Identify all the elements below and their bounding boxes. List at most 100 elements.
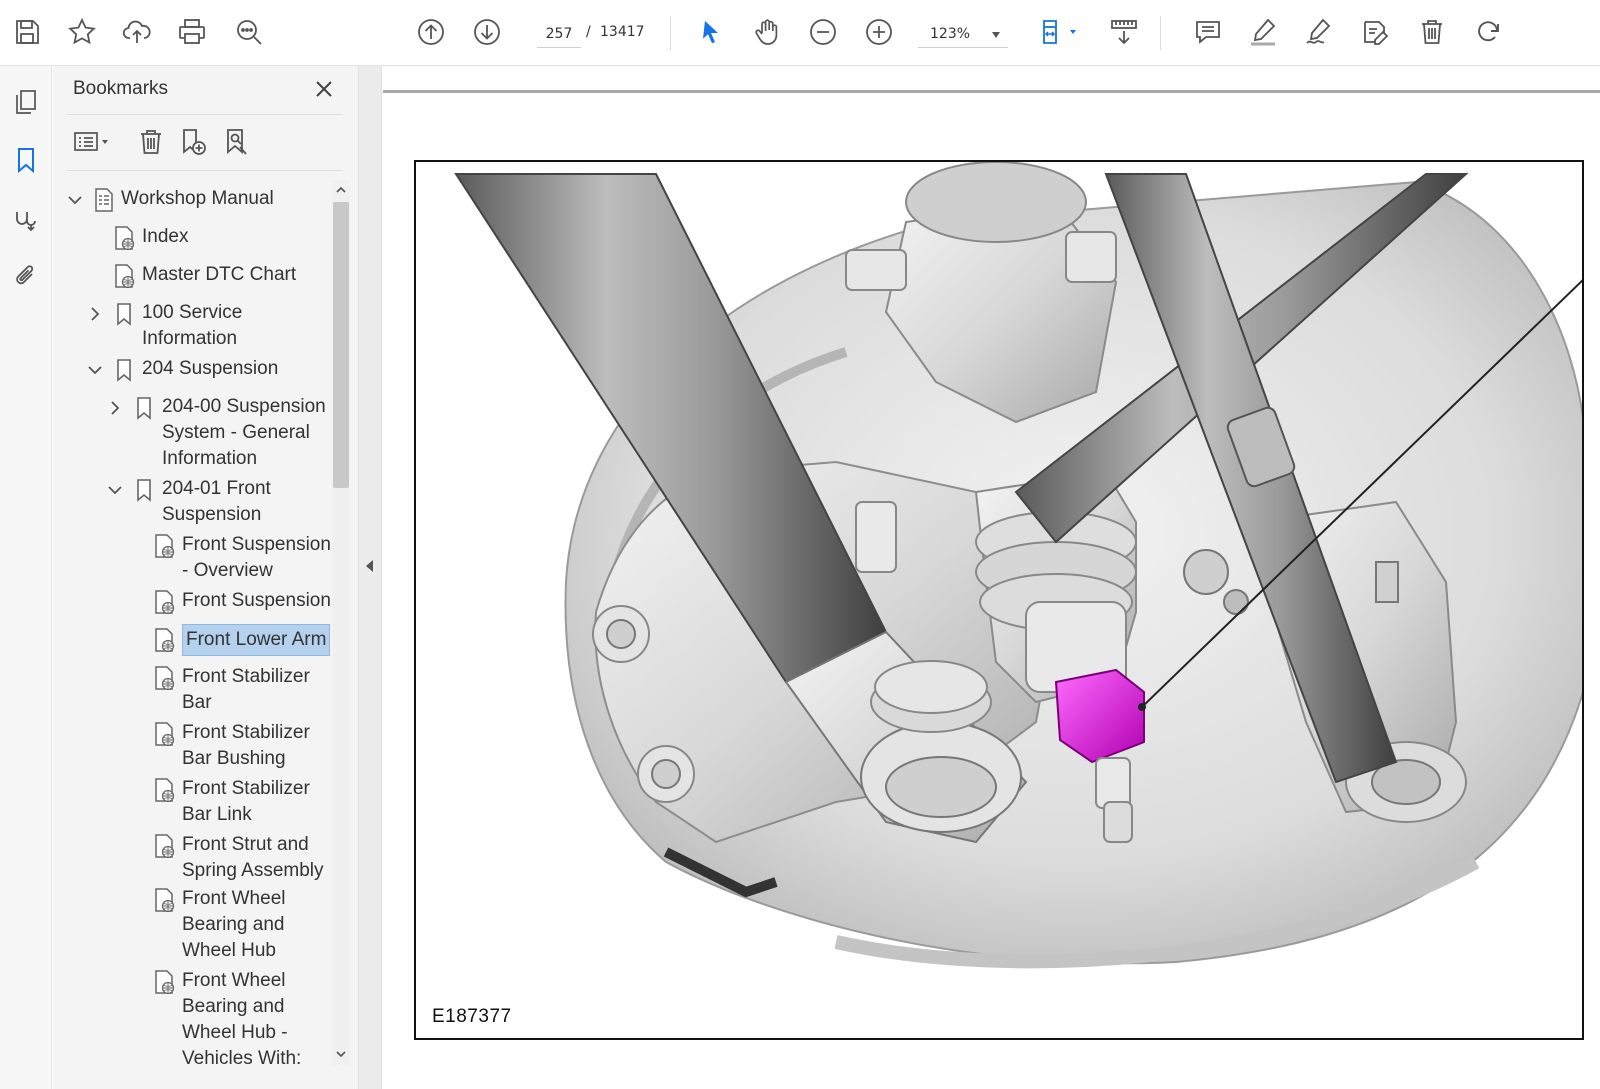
bookmark-label: 100 Service Information: [142, 300, 242, 352]
highlight-icon[interactable]: [1245, 14, 1281, 50]
bookmark-item[interactable]: Front Wheel Bearing and Wheel Hub - Vehicle…: [53, 968, 331, 1076]
fit-page-icon[interactable]: [1035, 14, 1083, 50]
navigation-rail: [0, 66, 52, 1089]
new-bookmark-icon[interactable]: [175, 124, 211, 160]
find-bookmark-icon[interactable]: [219, 124, 255, 160]
bookmark-label-line: Bar Bushing: [182, 748, 286, 769]
select-tool-icon[interactable]: [693, 14, 729, 50]
bookmark-label: 204 Suspension: [142, 356, 278, 382]
bookmark-label: Front Strut and Spring Assembly: [182, 832, 324, 884]
chevron-right-icon[interactable]: [87, 306, 103, 322]
web-page-icon: [153, 534, 175, 559]
attachments-icon[interactable]: [8, 258, 44, 294]
print-icon[interactable]: [174, 14, 210, 50]
find-icon[interactable]: [231, 14, 267, 50]
bookmark-item[interactable]: 204-00 Suspension System - General Informa…: [53, 394, 331, 476]
web-page-icon: [153, 590, 175, 615]
bookmark-item[interactable]: Workshop Manual: [53, 186, 331, 216]
web-page-icon: [153, 628, 175, 653]
hand-tool-icon[interactable]: [749, 14, 785, 50]
page-number-input[interactable]: 257: [537, 20, 581, 48]
web-page-icon: [153, 666, 175, 691]
suspension-illustration: E187377: [414, 160, 1584, 1040]
chevron-down-icon[interactable]: [87, 362, 103, 378]
bookmark-item[interactable]: Index: [53, 224, 331, 254]
chevron-down-icon: [992, 32, 1000, 38]
rotate-icon[interactable]: [1470, 14, 1506, 50]
chevron-right-icon[interactable]: [107, 400, 123, 416]
web-page-icon: [153, 722, 175, 747]
bookmark-item[interactable]: Front Stabilizer Bar Bushing: [53, 720, 331, 776]
bookmark-label-line: Front Strut and: [182, 834, 309, 855]
document-view[interactable]: E187377: [383, 66, 1600, 1089]
bookmark-options-icon[interactable]: [69, 124, 115, 160]
bookmark-item[interactable]: 204 Suspension: [53, 356, 331, 386]
web-page-icon: [153, 778, 175, 803]
page-separator: /: [586, 24, 591, 40]
bookmark-label-line: Master DTC Chart: [142, 264, 297, 285]
bookmark-item[interactable]: Master DTC Chart: [53, 262, 331, 292]
bookmark-item[interactable]: Front Stabilizer Bar Link: [53, 776, 331, 832]
edit-pdf-icon[interactable]: [1357, 14, 1393, 50]
bookmark-label-line: Spring Assembly: [182, 860, 324, 881]
next-page-icon[interactable]: [469, 14, 505, 50]
main-toolbar: 257 / 13417 123%: [0, 0, 1600, 66]
close-icon[interactable]: [311, 76, 337, 102]
scroll-down-icon[interactable]: [333, 1046, 349, 1062]
collapse-panel-icon[interactable]: [366, 560, 373, 572]
bookmark-label: Index: [142, 224, 188, 250]
chevron-down-icon[interactable]: [67, 192, 83, 208]
bookmark-label-line: Index: [142, 226, 189, 247]
bookmark-label-line: 204 Suspension: [142, 358, 279, 379]
page-rule: [383, 90, 1600, 93]
bookmark-label: Front Stabilizer Bar Bushing: [182, 720, 310, 772]
page-thumbnails-icon[interactable]: [8, 84, 44, 120]
bookmark-label-line: Bearing and: [182, 914, 285, 935]
bookmarks-panel: Bookmarks Workshop Manual Index Master DTC…: [53, 66, 358, 1089]
bookmark-item[interactable]: Front Suspension - Overview: [53, 532, 331, 588]
bookmark-label: Front Lower Arm: [182, 624, 331, 656]
bookmark-item[interactable]: Front Strut and Spring Assembly: [53, 832, 331, 888]
figure-code: E187377: [432, 1006, 512, 1027]
bookmark-item[interactable]: 204-01 Front Suspension: [53, 476, 331, 532]
bookmark-tree: Workshop Manual Index Master DTC Chart 100 …: [53, 178, 331, 1089]
bookmark-icon: [113, 358, 135, 382]
bookmark-label: Front Wheel Bearing and Wheel Hub - Vehicle…: [182, 968, 301, 1072]
cloud-upload-icon[interactable]: [119, 14, 155, 50]
bookmark-item[interactable]: 100 Service Information: [53, 300, 331, 356]
bookmark-item[interactable]: Front Suspension: [53, 588, 331, 618]
bookmark-label-line: System - General: [162, 422, 310, 443]
signatures-icon[interactable]: [8, 200, 44, 236]
previous-page-icon[interactable]: [413, 14, 449, 50]
delete-icon[interactable]: [1414, 14, 1450, 50]
web-page-icon: [153, 888, 175, 913]
bookmark-label-line: Front Wheel: [182, 970, 286, 991]
bookmark-label: Front Wheel Bearing and Wheel Hub: [182, 886, 285, 964]
bookmark-label-line: Front Suspension: [182, 534, 331, 555]
save-icon[interactable]: [9, 14, 45, 50]
bookmark-label-line: Bearing and: [182, 996, 285, 1017]
zoom-in-icon[interactable]: [861, 14, 897, 50]
bookmark-label: Master DTC Chart: [142, 262, 296, 288]
chevron-down-icon[interactable]: [107, 482, 123, 498]
bookmarks-panel-icon[interactable]: [8, 142, 44, 178]
bookmark-label: 204-01 Front Suspension: [162, 476, 271, 528]
scroll-up-icon[interactable]: [333, 182, 349, 198]
zoom-out-icon[interactable]: [805, 14, 841, 50]
bookmark-item[interactable]: Front Lower Arm: [53, 624, 331, 656]
star-icon[interactable]: [64, 14, 100, 50]
bookmark-item[interactable]: Front Stabilizer Bar: [53, 664, 331, 720]
bookmark-item[interactable]: Front Wheel Bearing and Wheel Hub: [53, 886, 331, 968]
scrollbar-thumb[interactable]: [333, 202, 349, 488]
panel-title: Bookmarks: [73, 78, 169, 99]
delete-bookmark-icon[interactable]: [133, 124, 169, 160]
bookmark-label: Front Stabilizer Bar: [182, 664, 310, 716]
scroll-mode-icon[interactable]: [1106, 14, 1142, 50]
bookmark-label-line: Vehicles With:: [182, 1048, 302, 1069]
zoom-level-dropdown[interactable]: 123%: [918, 20, 1008, 48]
draw-icon[interactable]: [1301, 14, 1337, 50]
bookmark-label: Front Suspension - Overview: [182, 532, 331, 584]
comment-icon[interactable]: [1190, 14, 1226, 50]
document-tree-icon: [93, 188, 115, 212]
panel-splitter[interactable]: [358, 66, 382, 1089]
